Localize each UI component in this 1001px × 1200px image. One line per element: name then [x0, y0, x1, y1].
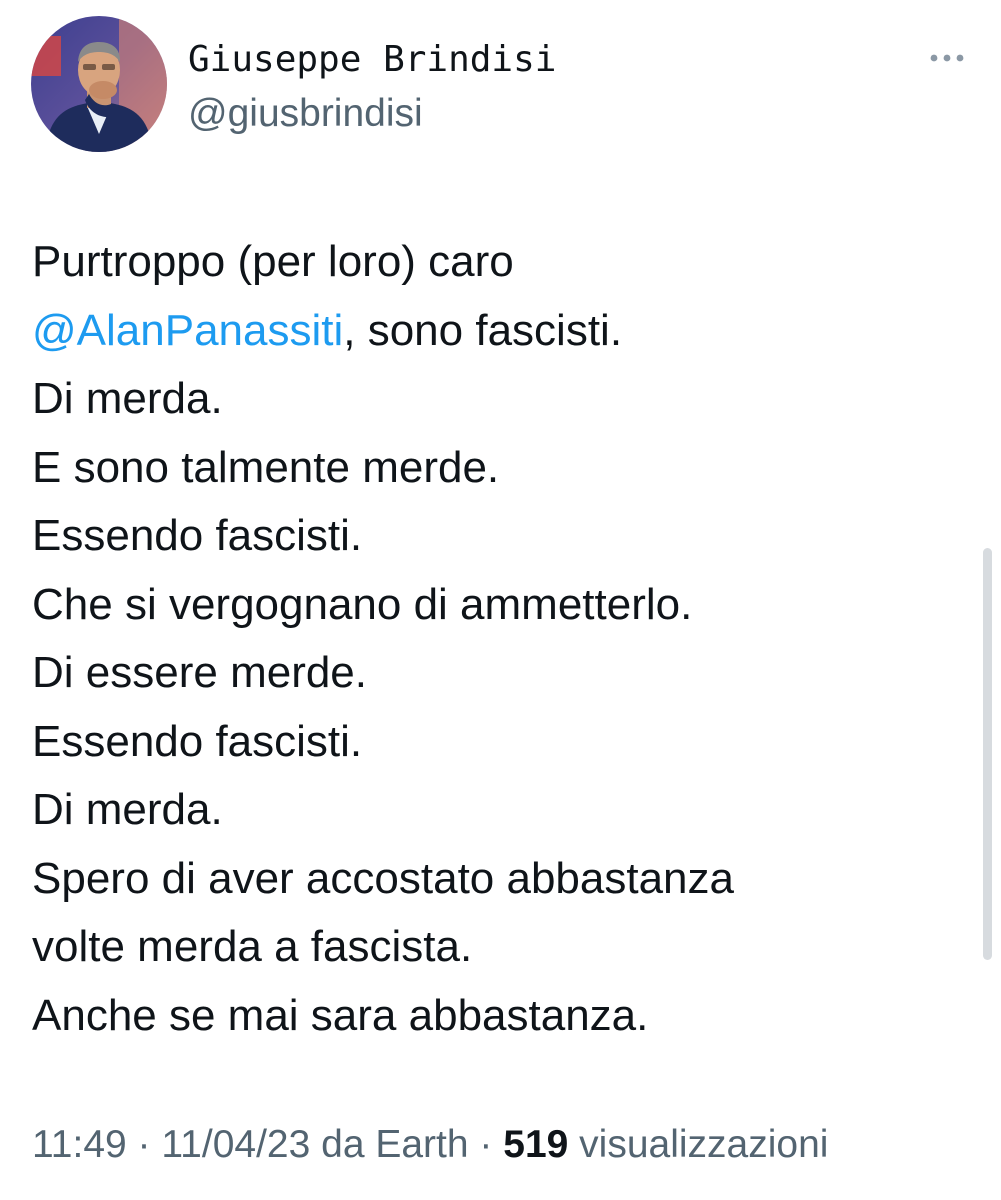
tweet-metadata: 11:49 · 11/04/23 da Earth · 519 visualiz… [32, 1118, 828, 1172]
tweet-source: Earth [375, 1123, 469, 1166]
tweet-text: Purtroppo (per loro) caro @AlanPanassiti… [32, 228, 962, 1050]
tweet-time-link[interactable]: 11:49 [32, 1123, 127, 1166]
tweet-line: Spero di aver accostato abbastanza [32, 853, 735, 903]
profile-photo-icon [31, 16, 167, 152]
meta-separator: · [468, 1123, 504, 1166]
tweet-line: E sono talmente merde. [32, 442, 500, 492]
tweet-date-link[interactable]: 11/04/23 [161, 1123, 310, 1166]
tweet-line: Anche se mai sara abbastanza. [32, 990, 649, 1040]
avatar[interactable] [31, 16, 167, 152]
tweet-line: Che si vergognano di ammetterlo. [32, 579, 693, 629]
meta-separator: · [126, 1123, 162, 1166]
more-options-button[interactable] [922, 38, 972, 78]
views-count[interactable]: 519 [503, 1123, 568, 1166]
views-label: visualizzazioni [568, 1123, 829, 1166]
tweet-line: volte merda a fascista. [32, 922, 473, 971]
tweet-line: Di essere merde. [32, 648, 368, 697]
tweet-line: @AlanPanassiti, sono fascisti. [32, 297, 962, 366]
tweet-line-text: , sono fascisti. [343, 305, 623, 355]
tweet-line: Essendo fascisti. [32, 716, 363, 766]
tweet-line: Di merda. [32, 374, 223, 423]
ellipsis-icon [930, 54, 964, 62]
username-handle[interactable]: @giusbrindisi [188, 90, 423, 138]
display-name[interactable]: Giuseppe Brindisi [188, 36, 556, 84]
mention-link[interactable]: @AlanPanassiti [32, 306, 343, 355]
scrollbar[interactable] [983, 548, 992, 960]
tweet-line: Essendo fascisti. [32, 511, 363, 560]
tweet-line: Di merda. [32, 785, 223, 834]
tweet-line: Purtroppo (per loro) caro [32, 237, 514, 286]
source-prefix: da [310, 1123, 376, 1166]
